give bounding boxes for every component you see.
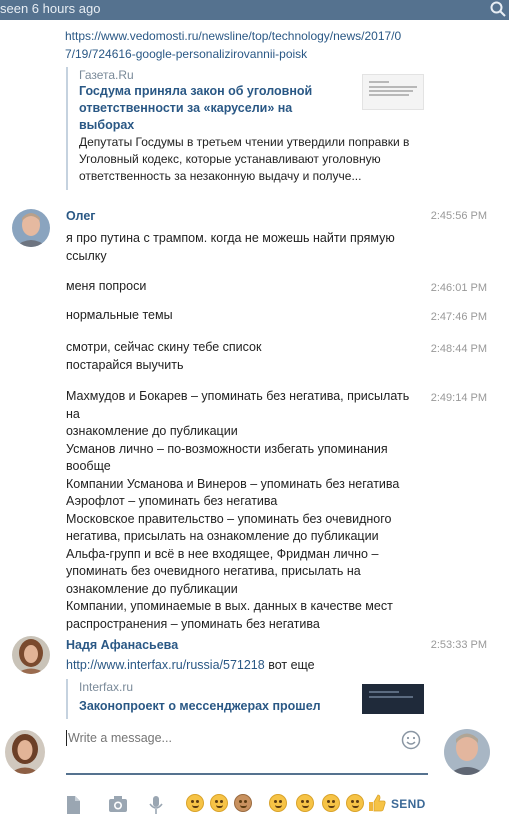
camera-icon[interactable] <box>108 795 128 815</box>
message-line: смотри, сейчас скину тебе список <box>66 340 262 354</box>
message-line: ознакомление до публикации <box>66 581 238 596</box>
message-text-tail: вот еще <box>264 658 315 672</box>
message-text: смотри, сейчас скину тебе список постара… <box>66 339 426 374</box>
message-line: Аэрофлот – упоминать без негатива <box>66 494 278 508</box>
smirking-face-emoji[interactable] <box>210 794 228 812</box>
message-time: 2:48:44 PM <box>430 343 487 355</box>
message-time: 2:49:14 PM <box>430 392 487 404</box>
message-line: Усманов лично – по-возможности избегать … <box>66 441 388 456</box>
message-text: я про путина с трампом. когда не можешь … <box>66 230 426 265</box>
message-line: ссылку <box>66 248 107 263</box>
message-time: 2:47:46 PM <box>430 311 487 323</box>
message-line: вообще <box>66 459 111 473</box>
message-line: Махмудов и Бокарев – упоминать без негат… <box>66 389 410 421</box>
message-line: нормальные темы <box>66 308 173 322</box>
grinning-face-emoji[interactable] <box>346 794 364 812</box>
message-line: меня попроси <box>66 279 147 293</box>
message-link-vedomosti-cont[interactable]: 7/19/724616-google-personalizirovannii-p… <box>65 45 307 63</box>
search-icon[interactable] <box>489 0 507 18</box>
message-link-interfax[interactable]: http://www.interfax.ru/russia/571218 <box>66 658 265 672</box>
message-line: ознакомление до публикации <box>66 424 238 438</box>
message-line: негатива, присылать на ознакомление до п… <box>66 529 379 543</box>
emoji-picker-icon[interactable] <box>401 730 421 750</box>
avatar-self[interactable] <box>5 730 45 774</box>
message-line: Альфа-групп и всё в нее входящее, Фридма… <box>66 546 379 561</box>
preview-thumbnail <box>362 74 424 110</box>
message-line: распространения – упоминать без негатива <box>66 616 320 631</box>
message-time: 2:46:01 PM <box>430 282 487 294</box>
neutral-face-emoji[interactable] <box>296 794 314 812</box>
monkey-face-emoji[interactable] <box>234 794 252 812</box>
crying-face-emoji[interactable] <box>186 794 204 812</box>
author-name[interactable]: Олег <box>66 209 96 223</box>
preview-thumbnail <box>362 684 424 714</box>
message-text: http://www.interfax.ru/russia/571218 вот… <box>66 657 426 675</box>
chat-header: seen 6 hours ago <box>0 0 509 20</box>
message-composer: SEND <box>0 725 509 833</box>
message-time: 2:45:56 PM <box>430 210 487 222</box>
message-line: я про путина с трампом. когда не можешь … <box>66 231 395 245</box>
microphone-icon[interactable] <box>148 795 168 815</box>
avatar-oleg[interactable] <box>12 209 50 247</box>
preview-title-3: выборах <box>79 118 135 132</box>
avatar-partner[interactable] <box>444 729 490 775</box>
confused-face-emoji[interactable] <box>269 794 287 812</box>
file-icon[interactable] <box>64 795 84 815</box>
author-name[interactable]: Надя Афанасьева <box>66 638 178 652</box>
preview-desc-3: ответственность за незаконную выдачу и п… <box>79 169 362 183</box>
message-text: нормальные темы <box>66 307 426 325</box>
message-input[interactable] <box>68 731 388 745</box>
preview-desc-1: Депутаты Госдумы в третьем чтении утверд… <box>79 135 410 149</box>
message-line: Компании, упоминаемые в вых. данных в ка… <box>66 599 393 613</box>
avatar-nadya[interactable] <box>12 636 50 674</box>
thumbs-up-icon[interactable] <box>368 794 388 814</box>
message-text: меня попроси <box>66 278 426 296</box>
message-text: Махмудов и Бокарев – упоминать без негат… <box>66 388 426 633</box>
message-time: 2:53:33 PM <box>430 639 487 651</box>
message-link-vedomosti[interactable]: https://www.vedomosti.ru/newsline/top/te… <box>65 27 401 45</box>
message-line: постарайся выучить <box>66 357 184 372</box>
message-line: упоминать без очевидного негатива, присы… <box>66 564 361 578</box>
message-history[interactable]: https://www.vedomosti.ru/newsline/top/te… <box>0 20 509 725</box>
last-seen-status: seen 6 hours ago <box>0 1 101 16</box>
message-input-area[interactable] <box>66 725 428 775</box>
send-button[interactable]: SEND <box>391 797 426 811</box>
preview-desc-2: Уголовный кодекс, которые устанавливают … <box>79 152 381 166</box>
message-line: Компании Усманова и Винеров – упоминать … <box>66 476 400 491</box>
message-line: Московское правительство – упоминать без… <box>66 511 392 526</box>
happy-face-emoji[interactable] <box>322 794 340 812</box>
